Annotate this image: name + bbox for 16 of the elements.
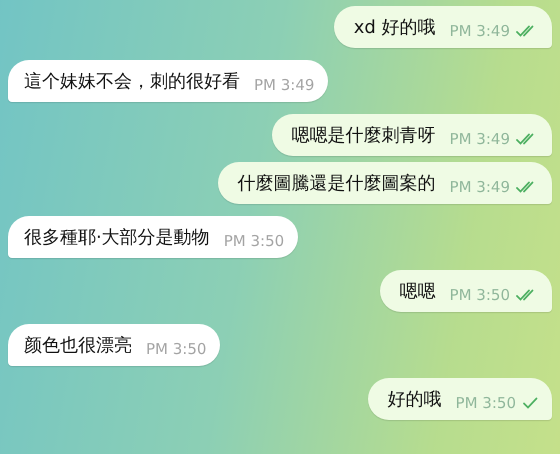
message-time: PM 3:49 <box>450 130 510 148</box>
message-text: 這个妹妹不会，刺的很好看 <box>24 70 240 93</box>
message-time: PM 3:49 <box>254 76 314 94</box>
message-time: PM 3:49 <box>450 22 510 40</box>
message-text: 嗯嗯是什麼刺青呀 <box>292 124 436 147</box>
message-text: 很多種耶·大部分是動物 <box>24 226 210 249</box>
message-time: PM 3:49 <box>450 178 510 196</box>
message-time: PM 3:50 <box>146 340 206 358</box>
message-text: 颜色也很漂亮 <box>24 334 132 357</box>
message-time: PM 3:50 <box>456 394 516 412</box>
message-text: xd 好的哦 <box>354 16 436 39</box>
message-text: 嗯嗯 <box>400 280 436 303</box>
message-text: 什麼圖騰還是什麼圖案的 <box>238 172 436 195</box>
message-text: 好的哦 <box>388 388 442 411</box>
message-time: PM 3:50 <box>450 286 510 304</box>
message-time: PM 3:50 <box>224 232 284 250</box>
